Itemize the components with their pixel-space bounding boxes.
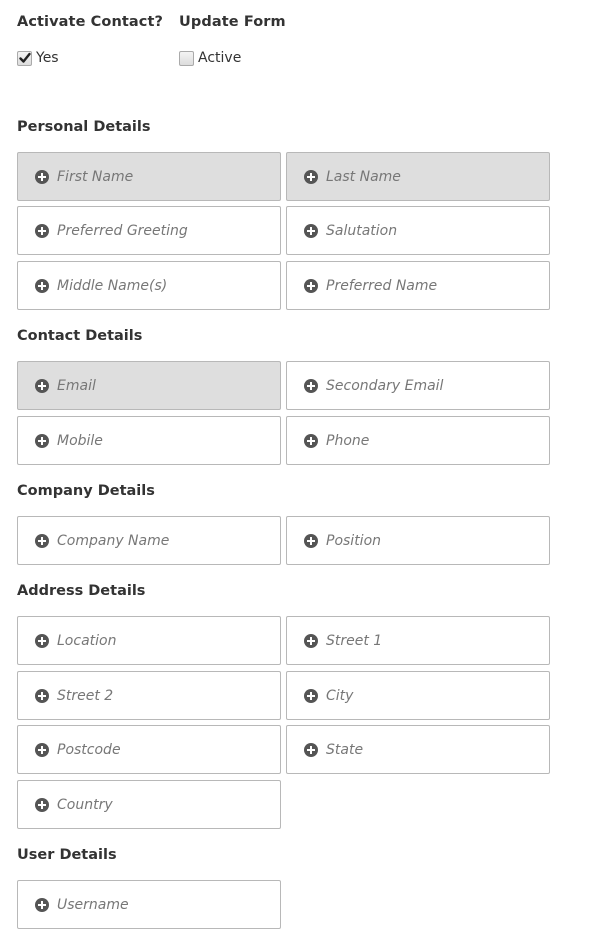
plus-circle-icon xyxy=(35,169,49,184)
field-company-name[interactable]: Company Name xyxy=(17,516,281,565)
field-username[interactable]: Username xyxy=(17,880,281,929)
update-form-heading: Update Form xyxy=(179,14,286,30)
activate-yes-label: Yes xyxy=(36,50,59,66)
activate-contact-heading: Activate Contact? xyxy=(17,14,164,30)
user-details-title: User Details xyxy=(17,847,117,863)
field-postcode[interactable]: Postcode xyxy=(17,725,281,774)
plus-circle-icon xyxy=(35,533,49,548)
field-street-1[interactable]: Street 1 xyxy=(286,616,550,665)
field-mobile[interactable]: Mobile xyxy=(17,416,281,465)
plus-circle-icon xyxy=(35,378,49,393)
field-city[interactable]: City xyxy=(286,671,550,720)
plus-circle-icon xyxy=(304,633,318,648)
plus-circle-icon xyxy=(35,797,49,812)
field-preferred-name[interactable]: Preferred Name xyxy=(286,261,550,310)
field-street-2[interactable]: Street 2 xyxy=(17,671,281,720)
field-salutation[interactable]: Salutation xyxy=(286,206,550,255)
activate-yes-option[interactable]: Yes xyxy=(17,50,179,66)
personal-details-title: Personal Details xyxy=(17,119,151,135)
update-active-checkbox[interactable] xyxy=(179,50,194,66)
plus-circle-icon xyxy=(35,223,49,238)
plus-circle-icon xyxy=(35,633,49,648)
plus-circle-icon xyxy=(35,742,49,757)
plus-circle-icon xyxy=(304,378,318,393)
update-active-label: Active xyxy=(198,50,242,66)
address-details-title: Address Details xyxy=(17,583,146,599)
field-preferred-greeting[interactable]: Preferred Greeting xyxy=(17,206,281,255)
top-options: Activate Contact? Yes Update Form Active xyxy=(17,14,286,66)
plus-circle-icon xyxy=(304,223,318,238)
field-country[interactable]: Country xyxy=(17,780,281,829)
checkmark-icon xyxy=(18,52,31,63)
plus-circle-icon xyxy=(35,688,49,703)
field-secondary-email[interactable]: Secondary Email xyxy=(286,361,550,410)
update-active-option[interactable]: Active xyxy=(179,50,286,66)
field-middle-names[interactable]: Middle Name(s) xyxy=(17,261,281,310)
field-last-name[interactable]: Last Name xyxy=(286,152,550,201)
activate-contact-group: Activate Contact? Yes xyxy=(17,14,179,66)
plus-circle-icon xyxy=(304,433,318,448)
field-phone[interactable]: Phone xyxy=(286,416,550,465)
plus-circle-icon xyxy=(304,169,318,184)
field-first-name[interactable]: First Name xyxy=(17,152,281,201)
plus-circle-icon xyxy=(304,278,318,293)
update-form-group: Update Form Active xyxy=(179,14,286,66)
plus-circle-icon xyxy=(304,688,318,703)
plus-circle-icon xyxy=(35,433,49,448)
plus-circle-icon xyxy=(304,533,318,548)
plus-circle-icon xyxy=(304,742,318,757)
field-position[interactable]: Position xyxy=(286,516,550,565)
plus-circle-icon xyxy=(35,897,49,912)
field-state[interactable]: State xyxy=(286,725,550,774)
contact-details-title: Contact Details xyxy=(17,328,143,344)
field-location[interactable]: Location xyxy=(17,616,281,665)
plus-circle-icon xyxy=(35,278,49,293)
company-details-title: Company Details xyxy=(17,483,155,499)
field-email[interactable]: Email xyxy=(17,361,281,410)
activate-yes-checkbox[interactable] xyxy=(17,50,32,66)
